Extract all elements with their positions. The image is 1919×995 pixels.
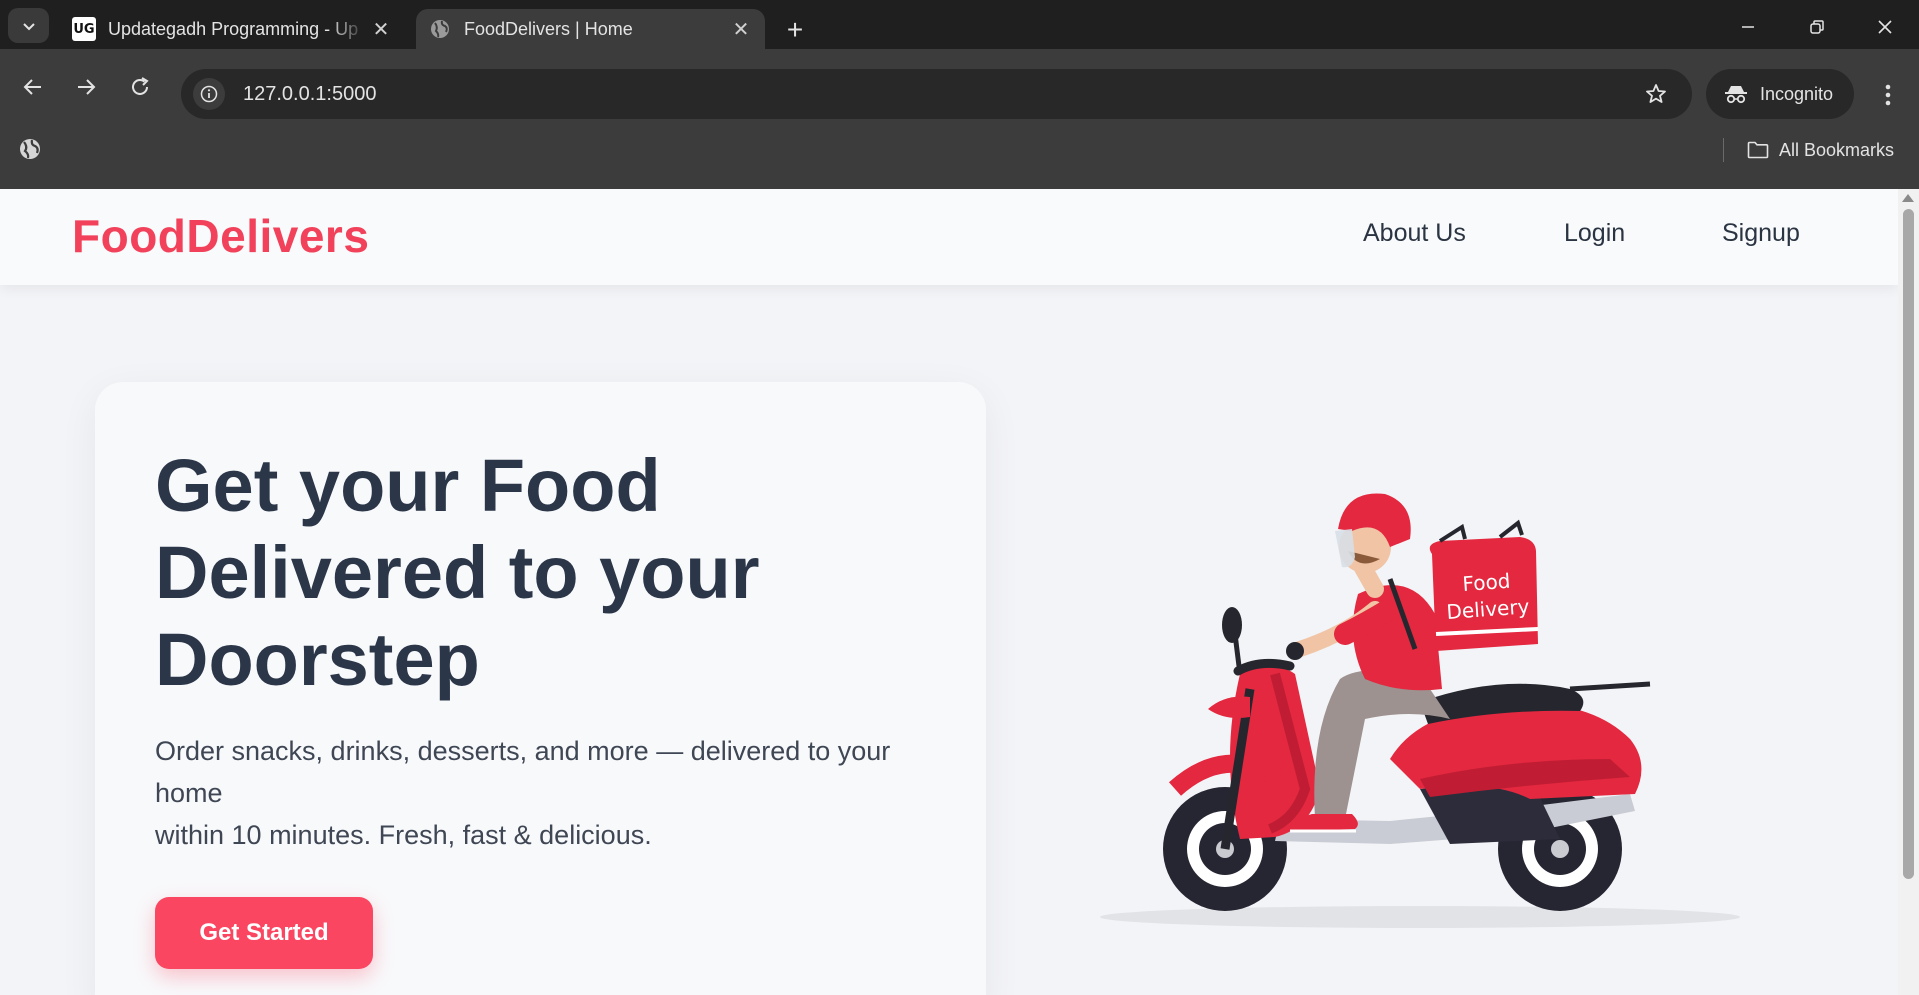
site-header: FoodDelivers About Us Login Signup [0, 189, 1898, 285]
browser-toolbar: 127.0.0.1:5000 Incognito All Bookmarks [0, 49, 1919, 189]
close-tab-icon[interactable]: ✕ [727, 15, 755, 43]
address-bar[interactable]: 127.0.0.1:5000 [181, 69, 1692, 119]
forward-arrow-icon[interactable] [68, 69, 104, 105]
hero-description: Order snacks, drinks, desserts, and more… [155, 730, 945, 856]
minimize-icon[interactable] [1723, 8, 1773, 46]
all-bookmarks-button[interactable]: All Bookmarks [1747, 135, 1894, 165]
close-tab-icon[interactable]: ✕ [367, 15, 395, 43]
folder-icon [1747, 141, 1769, 159]
hero-title: Get your Food Delivered to your Doorstep [155, 444, 760, 701]
site-info-icon[interactable] [193, 78, 225, 110]
hero-description-line1: Order snacks, drinks, desserts, and more… [155, 736, 891, 808]
bookmarks-divider [1723, 138, 1724, 162]
tab-strip: UG Updategadh Programming - Up ✕ FoodDel… [0, 0, 1919, 49]
all-bookmarks-label: All Bookmarks [1779, 139, 1895, 160]
scrollbar-thumb[interactable] [1903, 209, 1914, 879]
ug-logo-icon: UG [72, 17, 96, 41]
incognito-label: Incognito [1760, 83, 1834, 104]
bookmark-star-icon[interactable] [1636, 74, 1676, 114]
page-scrollbar[interactable] [1898, 189, 1919, 995]
delivery-scooter-illustration: Food Delivery [1100, 493, 1740, 928]
scroll-up-arrow-icon[interactable] [1902, 194, 1914, 202]
chevron-down-icon [22, 22, 35, 30]
restore-icon[interactable] [1792, 8, 1842, 46]
tab-search-button[interactable] [8, 8, 49, 43]
nav-about-us[interactable]: About Us [1363, 219, 1466, 248]
more-menu-icon[interactable] [1870, 73, 1906, 117]
get-started-button[interactable]: Get Started [155, 897, 373, 969]
nav-signup[interactable]: Signup [1722, 219, 1800, 248]
tab-updategadh[interactable]: UG Updategadh Programming - Up ✕ [60, 9, 405, 49]
globe-icon [428, 17, 452, 41]
bookmark-globe-icon[interactable] [18, 137, 44, 163]
tab-fooddelivers[interactable]: FoodDelivers | Home ✕ [416, 9, 765, 49]
tab-title: Updategadh Programming - Up [108, 18, 359, 39]
hero-description-line2: within 10 minutes. Fresh, fast & delicio… [155, 820, 652, 850]
close-window-icon[interactable] [1860, 8, 1910, 46]
delivery-box-label-1: Food [1462, 569, 1512, 596]
tab-title: FoodDelivers | Home [464, 18, 633, 39]
hero-card: Get your Food Delivered to your Doorstep… [95, 382, 986, 995]
reload-icon[interactable] [122, 69, 158, 105]
brand-logo[interactable]: FoodDelivers [72, 209, 369, 263]
page-viewport: FoodDelivers About Us Login Signup Get y… [0, 189, 1919, 995]
incognito-indicator[interactable]: Incognito [1706, 69, 1854, 119]
incognito-icon [1724, 83, 1748, 105]
new-tab-button[interactable]: + [779, 14, 811, 46]
back-arrow-icon[interactable] [15, 69, 51, 105]
url-text[interactable]: 127.0.0.1:5000 [243, 83, 1636, 106]
delivery-box: Food Delivery [1429, 519, 1539, 651]
nav-login[interactable]: Login [1564, 219, 1625, 248]
